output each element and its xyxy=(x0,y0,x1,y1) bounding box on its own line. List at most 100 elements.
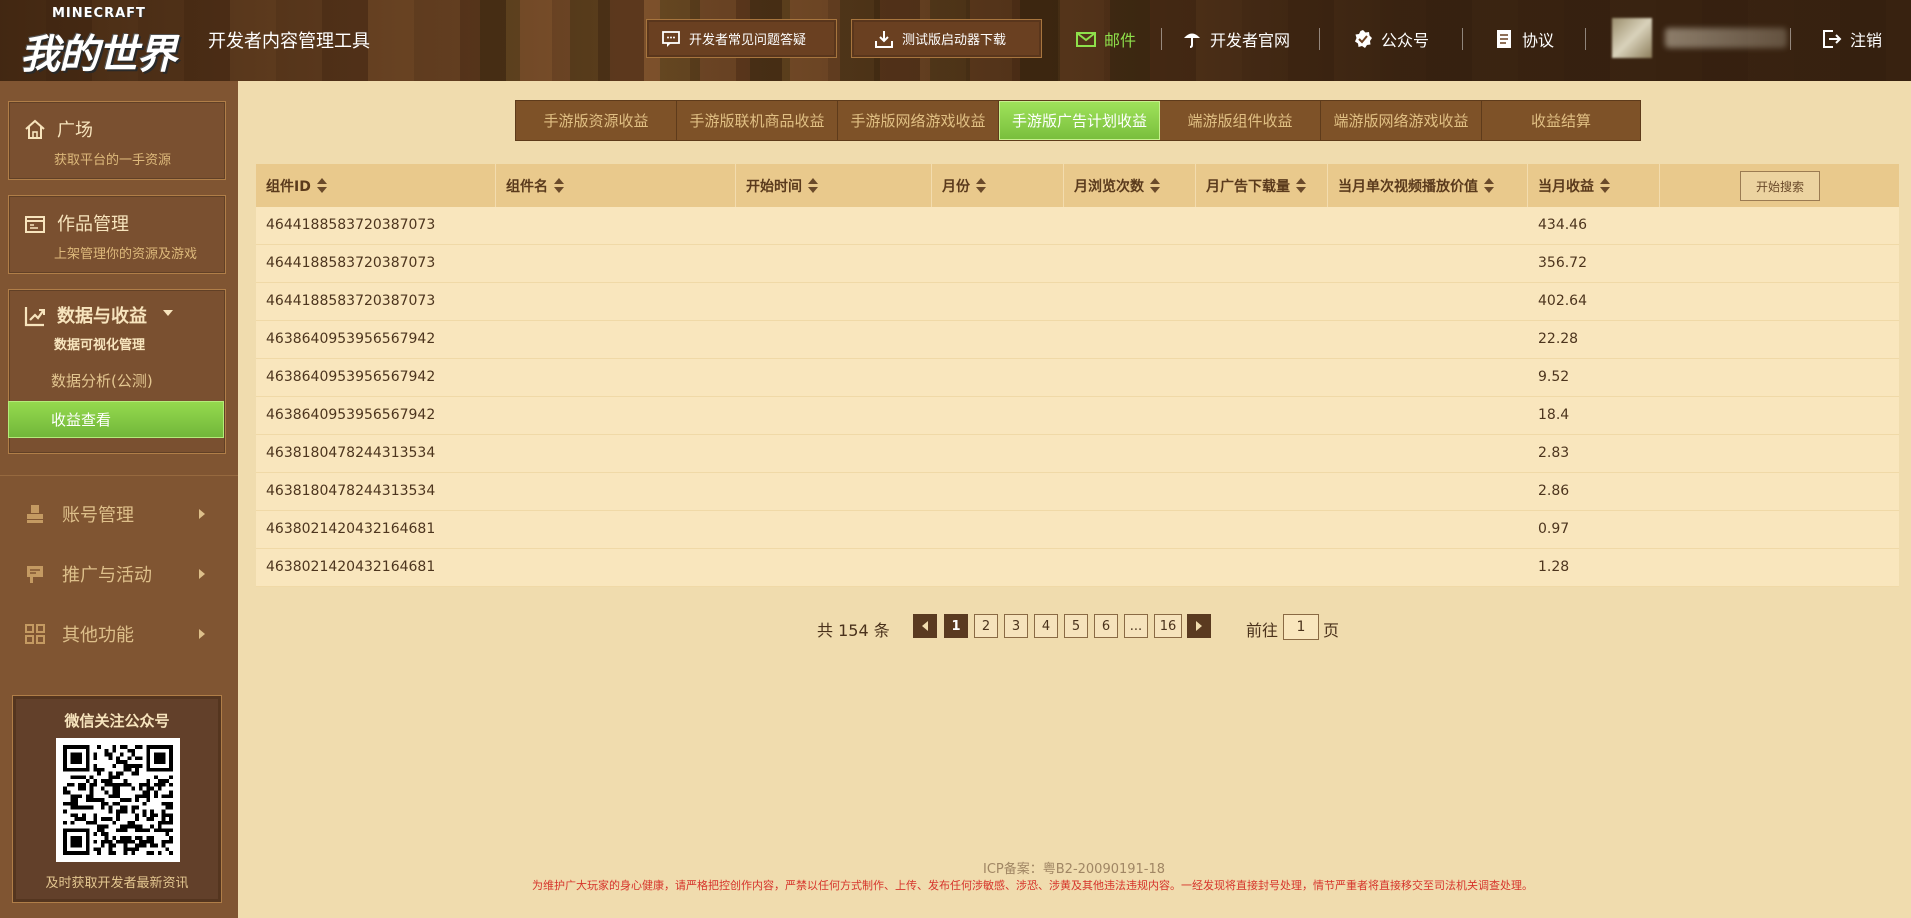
cell-income: 2.86 xyxy=(1538,483,1570,499)
data-revenue-title: 数据与收益 xyxy=(57,306,147,327)
sidebar: 广场 获取平台的一手资源 作品管理 上架管理你的资源及游戏 数据与收益 数据可视… xyxy=(0,81,238,918)
user-avatar[interactable] xyxy=(1612,18,1652,58)
goto-suffix: 页 xyxy=(1323,621,1340,640)
chat-bubble-icon xyxy=(662,30,680,47)
next-page-button[interactable] xyxy=(1187,614,1211,638)
sidebar-item-promotion[interactable]: 推广与活动 xyxy=(0,554,238,594)
tab-pc-component[interactable]: 端游版组件收益 xyxy=(1160,101,1321,140)
revenue-table: 组件ID 组件名 开始时间 月份 月浏览次数 月广告下载量 当月单次视频播放价值… xyxy=(256,164,1899,587)
page-button-4[interactable]: 4 xyxy=(1034,614,1058,638)
sort-icon[interactable] xyxy=(808,178,818,193)
umbrella-icon xyxy=(1184,33,1200,48)
column-header-start-time[interactable]: 开始时间 xyxy=(736,164,932,207)
flag-icon xyxy=(27,566,43,583)
plaza-title: 广场 xyxy=(57,120,93,141)
header-divider xyxy=(1790,28,1791,50)
cell-income: 9.52 xyxy=(1538,369,1570,385)
cell-component-id: 4644188583720387073 xyxy=(266,293,436,309)
start-search-button[interactable]: 开始搜索 xyxy=(1740,171,1820,201)
developer-site-label: 开发者官网 xyxy=(1210,31,1291,50)
table-row: 4638021420432164681 1.28 xyxy=(256,549,1899,587)
tab-mobile-network-game[interactable]: 手游版网络游戏收益 xyxy=(838,101,999,140)
sort-icon[interactable] xyxy=(1484,178,1494,193)
mail-link[interactable]: 邮件 xyxy=(1076,27,1136,51)
sidebar-item-others[interactable]: 其他功能 xyxy=(0,614,238,654)
column-header-monthly-views[interactable]: 月浏览次数 xyxy=(1064,164,1196,207)
sort-icon[interactable] xyxy=(1600,178,1610,193)
header-divider xyxy=(1161,28,1162,50)
goto-page-input[interactable] xyxy=(1283,614,1319,640)
table-row: 4638640953956567942 18.4 xyxy=(256,397,1899,435)
grid-icon xyxy=(25,624,45,644)
column-header-component-name[interactable]: 组件名 xyxy=(496,164,736,207)
public-account-link[interactable]: 公众号 xyxy=(1353,27,1429,51)
sidebar-item-works[interactable]: 作品管理 上架管理你的资源及游戏 xyxy=(8,195,226,274)
agreement-link[interactable]: 协议 xyxy=(1494,27,1554,51)
chevron-right-icon xyxy=(199,629,205,639)
tab-settlement[interactable]: 收益结算 xyxy=(1482,101,1640,140)
mail-icon xyxy=(1076,32,1096,47)
table-row: 4638180478244313534 2.86 xyxy=(256,473,1899,511)
wechat-title: 微信关注公众号 xyxy=(64,712,170,730)
page-button-16[interactable]: 16 xyxy=(1154,614,1182,638)
total-count: 共 154 条 xyxy=(817,621,890,640)
page-button-5[interactable]: 5 xyxy=(1064,614,1088,638)
cell-income: 22.28 xyxy=(1538,331,1579,347)
column-header-month[interactable]: 月份 xyxy=(932,164,1064,207)
chart-trend-icon xyxy=(24,307,45,327)
sidebar-item-data-analysis[interactable]: 数据分析(公测) xyxy=(51,370,153,391)
sort-icon[interactable] xyxy=(554,178,564,193)
sidebar-item-plaza[interactable]: 广场 获取平台的一手资源 xyxy=(8,101,226,180)
page-button-3[interactable]: 3 xyxy=(1004,614,1028,638)
tab-mobile-online-goods[interactable]: 手游版联机商品收益 xyxy=(677,101,838,140)
account-stamp-icon xyxy=(27,505,43,523)
page-button-1[interactable]: 1 xyxy=(944,614,968,638)
logout-label: 注销 xyxy=(1850,31,1883,50)
logo-main-text: 我的世界 xyxy=(20,31,177,78)
column-header-monthly-income[interactable]: 当月收益 xyxy=(1528,164,1660,207)
page-button-2[interactable]: 2 xyxy=(974,614,998,638)
developer-site-link[interactable]: 开发者官网 xyxy=(1182,27,1290,51)
tab-mobile-ad-plan[interactable]: 手游版广告计划收益 xyxy=(999,101,1160,140)
page-button-6[interactable]: 6 xyxy=(1094,614,1118,638)
cell-income: 18.4 xyxy=(1538,407,1570,423)
prev-page-button[interactable] xyxy=(913,614,937,638)
app-title: 开发者内容管理工具 xyxy=(208,31,370,52)
username-blurred xyxy=(1665,28,1787,48)
cell-component-id: 4638180478244313534 xyxy=(266,483,436,499)
column-header-monthly-ad-downloads[interactable]: 月广告下载量 xyxy=(1196,164,1328,207)
chevron-down-icon[interactable] xyxy=(163,310,173,316)
faq-button[interactable]: 开发者常见问题答疑 xyxy=(646,19,837,58)
mail-label: 邮件 xyxy=(1104,31,1137,50)
sort-icon[interactable] xyxy=(1150,178,1160,193)
cell-component-id: 4638021420432164681 xyxy=(266,521,436,537)
logout-link[interactable]: 注销 xyxy=(1822,27,1882,51)
tab-mobile-resource[interactable]: 手游版资源收益 xyxy=(516,101,677,140)
cell-component-id: 4638021420432164681 xyxy=(266,559,436,575)
download-launcher-button[interactable]: 测试版启动器下载 xyxy=(851,19,1042,58)
minecraft-logo[interactable]: MINECRAFT 我的世界 xyxy=(20,6,192,78)
sidebar-item-revenue-view[interactable]: 收益查看 xyxy=(8,401,224,438)
table-row: 4638640953956567942 22.28 xyxy=(256,321,1899,359)
sort-icon[interactable] xyxy=(1296,178,1306,193)
header-divider xyxy=(1462,28,1463,50)
home-icon xyxy=(25,119,45,139)
tab-pc-network-game[interactable]: 端游版网络游戏收益 xyxy=(1321,101,1482,140)
wechat-qr-code xyxy=(56,738,180,862)
table-row: 4638180478244313534 2.83 xyxy=(256,435,1899,473)
table-row: 4644188583720387073 356.72 xyxy=(256,245,1899,283)
sort-icon[interactable] xyxy=(316,178,327,193)
document-icon xyxy=(1497,30,1511,48)
table-row: 4638640953956567942 9.52 xyxy=(256,359,1899,397)
wechat-follow-panel: 微信关注公众号 及时获取开发者最新资讯 xyxy=(12,695,222,903)
plaza-subtitle: 获取平台的一手资源 xyxy=(54,153,172,168)
sort-icon[interactable] xyxy=(976,178,986,193)
cell-component-id: 4638640953956567942 xyxy=(266,331,436,347)
column-header-component-id[interactable]: 组件ID xyxy=(256,164,496,207)
sidebar-item-account[interactable]: 账号管理 xyxy=(0,494,238,534)
table-row: 4644188583720387073 402.64 xyxy=(256,283,1899,321)
icp-record: ICP备案：粤B2-20090191-18 xyxy=(983,862,1166,877)
column-header-video-play-value[interactable]: 当月单次视频播放价值 xyxy=(1328,164,1528,207)
page-ellipsis-button[interactable]: ... xyxy=(1124,614,1148,638)
wechat-bottom-text: 及时获取开发者最新资讯 xyxy=(45,876,189,891)
